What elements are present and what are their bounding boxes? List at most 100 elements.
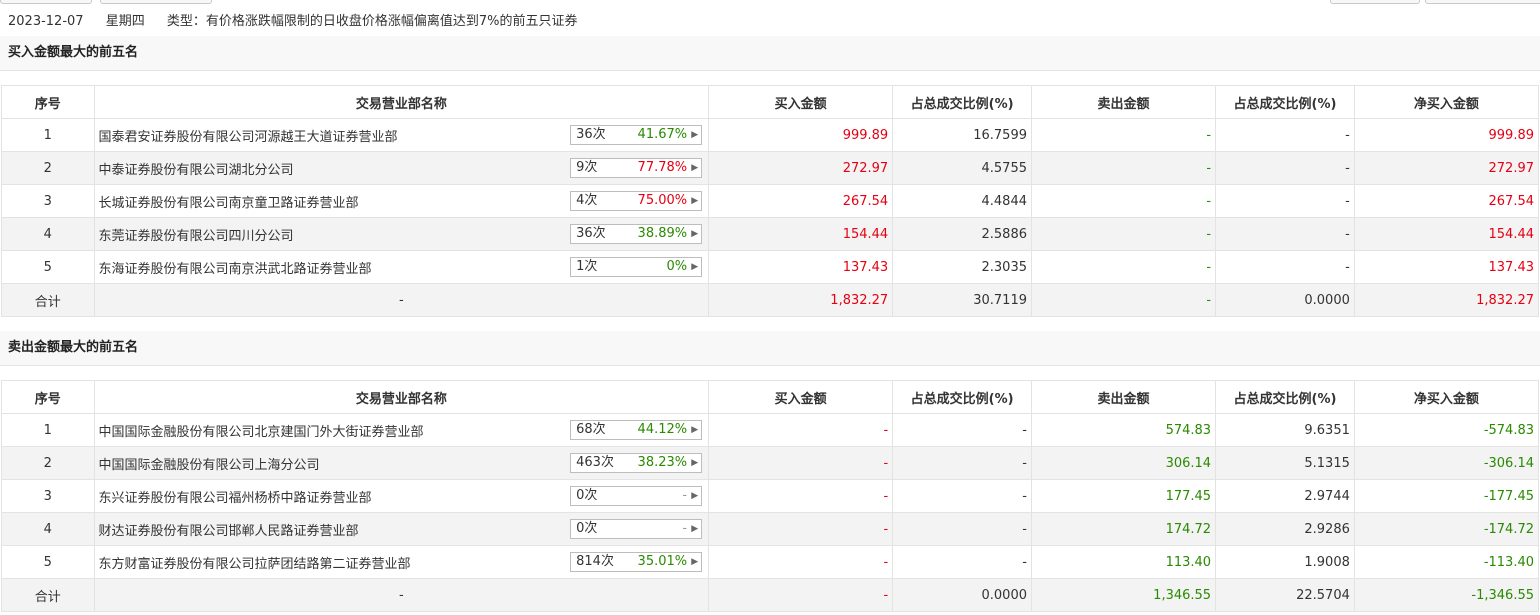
- seat-name: 财达证券股份有限公司邯郸人民路证券营业部 0次 - ▶: [93, 512, 710, 546]
- total-sell: 1,346.55: [1030, 578, 1217, 612]
- sell-section: 卖出金额最大的前五名 序号 交易营业部名称 买入金额 占总成交比例(%) 卖出金额 占总成…: [0, 331, 1540, 612]
- sell-amount: 306.14: [1030, 446, 1217, 480]
- seat-name-text[interactable]: 国泰君安证券股份有限公司河源越王大道证券营业部: [99, 130, 398, 145]
- seat-stats-badge[interactable]: 463次 38.23% ▶: [570, 453, 703, 473]
- top-button-right[interactable]: [1330, 0, 1420, 4]
- sell-col-header: 买入金额: [708, 380, 894, 414]
- buy-amount: 137.43: [708, 250, 894, 284]
- sell-table: 序号 交易营业部名称 买入金额 占总成交比例(%) 卖出金额 占总成交比例(%) 净买入金额…: [1, 380, 1540, 612]
- seat-stats-badge[interactable]: 36次 38.89% ▶: [570, 224, 703, 244]
- seat-stats-badge[interactable]: 0次 - ▶: [570, 519, 703, 539]
- seat-name-text[interactable]: 长城证券股份有限公司南京童卫路证券营业部: [99, 196, 359, 211]
- total-sell-ratio: 0.0000: [1215, 283, 1355, 317]
- buy-ratio: 16.7599: [892, 118, 1032, 152]
- seat-stats-badge[interactable]: 814次 35.01% ▶: [570, 552, 703, 572]
- chevron-right-icon[interactable]: ▶: [691, 553, 698, 571]
- seat-stats-badge[interactable]: 68次 44.12% ▶: [570, 420, 703, 440]
- chevron-right-icon[interactable]: ▶: [691, 520, 698, 538]
- buy-amount: 154.44: [708, 217, 894, 251]
- sell-amount: 113.40: [1030, 545, 1217, 579]
- buy-amount: 272.97: [708, 151, 894, 185]
- sell-amount: 177.45: [1030, 479, 1217, 513]
- buy-ratio: -: [892, 413, 1032, 447]
- chevron-right-icon[interactable]: ▶: [691, 421, 698, 439]
- seat-stats-badge[interactable]: 4次 75.00% ▶: [570, 191, 703, 211]
- total-buy-ratio: 0.0000: [892, 578, 1032, 612]
- chevron-right-icon[interactable]: ▶: [691, 487, 698, 505]
- net-amount: 154.44: [1353, 217, 1540, 251]
- table-row: 4 东莞证券股份有限公司四川分公司 36次 38.89% ▶ 154.44 2.5886- -…: [1, 217, 1540, 251]
- buy-col-header: 占总成交比例(%): [1215, 85, 1355, 119]
- table-row: 3 东兴证券股份有限公司福州杨桥中路证券营业部 0次 - ▶ - -177.45 2.9744…: [1, 479, 1540, 513]
- table-row: 1 中国国际金融股份有限公司北京建国门外大街证券营业部 68次 44.12% ▶ - -57…: [1, 413, 1540, 447]
- seat-name-text[interactable]: 中泰证券股份有限公司湖北分公司: [99, 163, 294, 178]
- top-button-right-2[interactable]: [1425, 0, 1540, 4]
- buy-col-header: 卖出金额: [1030, 85, 1217, 119]
- sell-ratio: -: [1215, 184, 1355, 218]
- sell-table-header: 序号 交易营业部名称 买入金额 占总成交比例(%) 卖出金额 占总成交比例(%) 净买入金额: [1, 380, 1540, 414]
- seat-name-text[interactable]: 中国国际金融股份有限公司北京建国门外大街证券营业部: [99, 425, 424, 440]
- listing-count: 463次: [576, 455, 614, 470]
- row-index: 1: [1, 118, 95, 152]
- net-amount: 999.89: [1353, 118, 1540, 152]
- total-net: -1,346.55: [1353, 578, 1540, 612]
- buy-col-header: 净买入金额: [1353, 85, 1540, 119]
- row-index: 5: [1, 250, 95, 284]
- buy-amount: -: [708, 479, 894, 513]
- chevron-right-icon[interactable]: ▶: [691, 225, 698, 243]
- win-rate: 41.67%: [637, 127, 688, 142]
- seat-name: 国泰君安证券股份有限公司河源越王大道证券营业部 36次 41.67% ▶: [93, 118, 710, 152]
- seat-name: 东海证券股份有限公司南京洪武北路证券营业部 1次 0% ▶: [93, 250, 710, 284]
- total-label: 合计: [1, 283, 95, 317]
- sell-ratio: 5.1315: [1215, 446, 1355, 480]
- seat-stats-badge[interactable]: 9次 77.78% ▶: [570, 158, 703, 178]
- row-index: 2: [1, 446, 95, 480]
- sell-ratio: 1.9008: [1215, 545, 1355, 579]
- chevron-right-icon[interactable]: ▶: [691, 258, 698, 276]
- chevron-right-icon[interactable]: ▶: [691, 126, 698, 144]
- sell-ratio: 2.9744: [1215, 479, 1355, 513]
- seat-stats-badge[interactable]: 36次 41.67% ▶: [570, 125, 703, 145]
- win-rate: 35.01%: [637, 554, 688, 569]
- sell-section-title: 卖出金额最大的前五名: [0, 331, 1540, 366]
- seat-name-text[interactable]: 东海证券股份有限公司南京洪武北路证券营业部: [99, 262, 372, 277]
- sell-col-header: 占总成交比例(%): [892, 380, 1032, 414]
- table-row: 1 国泰君安证券股份有限公司河源越王大道证券营业部 36次 41.67% ▶ 999.89…: [1, 118, 1540, 152]
- seat-name-text[interactable]: 中国国际金融股份有限公司上海分公司: [99, 458, 320, 473]
- row-index: 4: [1, 512, 95, 546]
- chevron-right-icon[interactable]: ▶: [691, 192, 698, 210]
- win-rate: 44.12%: [637, 422, 688, 437]
- row-index: 4: [1, 217, 95, 251]
- chevron-right-icon[interactable]: ▶: [691, 159, 698, 177]
- sell-ratio: -: [1215, 118, 1355, 152]
- listing-count: 68次: [576, 422, 606, 437]
- buy-table-header: 序号 交易营业部名称 买入金额 占总成交比例(%) 卖出金额 占总成交比例(%) 净买入金额: [1, 85, 1540, 119]
- seat-name: 东兴证券股份有限公司福州杨桥中路证券营业部 0次 - ▶: [93, 479, 710, 513]
- weekday-label: 星期四: [105, 14, 145, 29]
- buy-amount: -: [708, 545, 894, 579]
- top-button-left-2[interactable]: [100, 0, 212, 4]
- total-name: -: [93, 578, 710, 612]
- listing-count: 814次: [576, 554, 614, 569]
- buy-ratio: -: [892, 512, 1032, 546]
- win-rate: -: [682, 488, 688, 503]
- chevron-right-icon[interactable]: ▶: [691, 454, 698, 472]
- seat-name-text[interactable]: 东方财富证券股份有限公司拉萨团结路第二证券营业部: [99, 557, 411, 572]
- seat-name-text[interactable]: 东兴证券股份有限公司福州杨桥中路证券营业部: [99, 491, 372, 506]
- total-sell: -: [1030, 283, 1217, 317]
- listing-count: 36次: [576, 226, 606, 241]
- seat-stats-badge[interactable]: 1次 0% ▶: [570, 257, 703, 277]
- seat-name: 中泰证券股份有限公司湖北分公司 9次 77.78% ▶: [93, 151, 710, 185]
- date-info: 2023-12-07 星期四 类型：有价格涨跌幅限制的日收盘价格涨幅偏离值达到7…: [8, 10, 577, 29]
- seat-name-text[interactable]: 东莞证券股份有限公司四川分公司: [99, 229, 294, 244]
- sell-amount: 174.72: [1030, 512, 1217, 546]
- buy-ratio: 4.5755: [892, 151, 1032, 185]
- sell-ratio: 9.6351: [1215, 413, 1355, 447]
- buy-ratio: -: [892, 545, 1032, 579]
- seat-stats-badge[interactable]: 0次 - ▶: [570, 486, 703, 506]
- seat-name-text[interactable]: 财达证券股份有限公司邯郸人民路证券营业部: [99, 524, 359, 539]
- win-rate: 38.89%: [637, 226, 688, 241]
- total-net: 1,832.27: [1353, 283, 1540, 317]
- top-button-left[interactable]: [0, 0, 92, 4]
- net-amount: -574.83: [1353, 413, 1540, 447]
